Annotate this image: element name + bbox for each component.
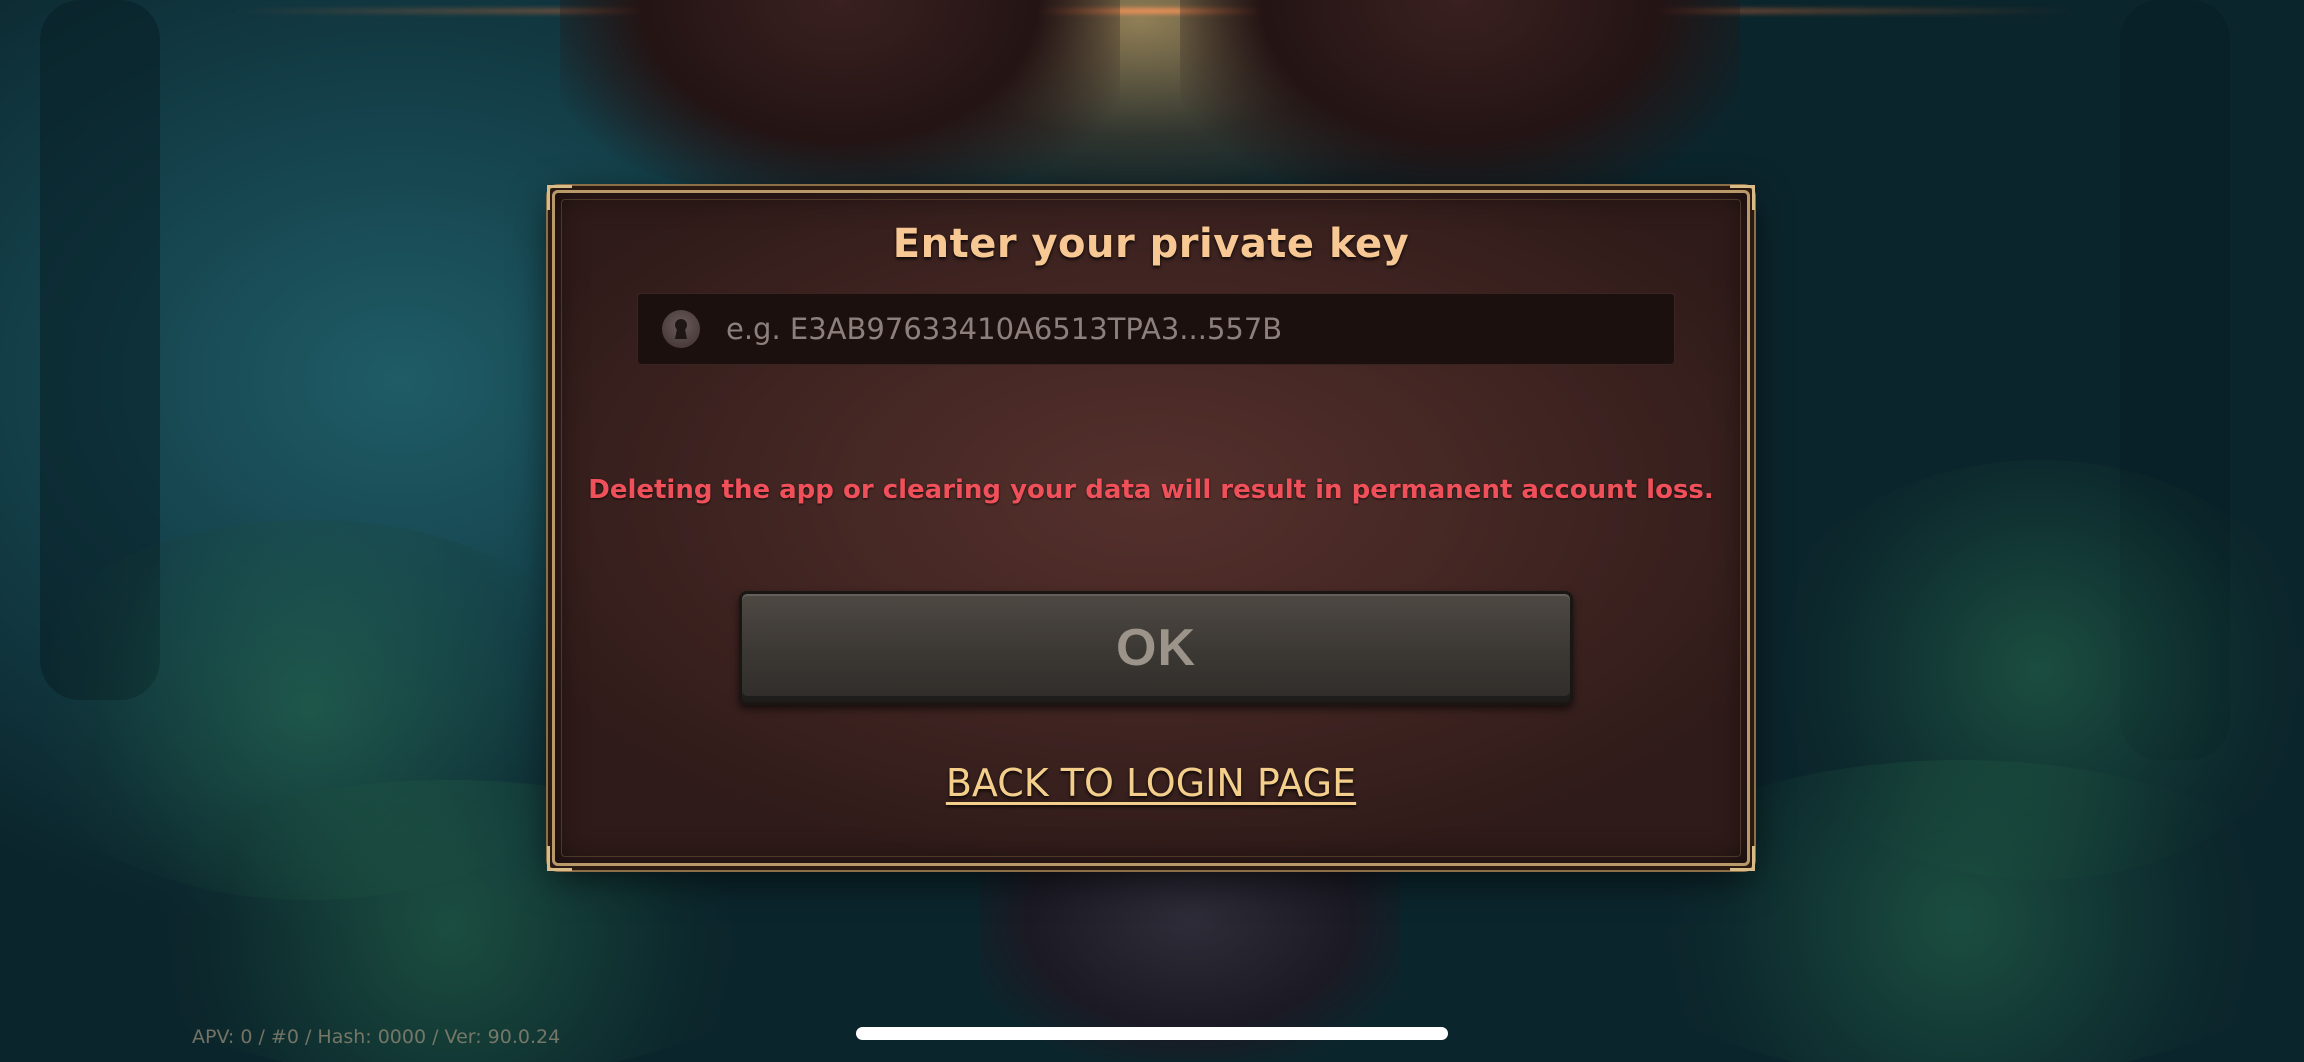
left-wing-art	[560, 0, 1120, 200]
private-key-input[interactable]	[724, 298, 1654, 360]
data-loss-warning: Deleting the app or clearing your data w…	[588, 475, 1714, 505]
private-key-dialog: Enter your private key Deleting the app …	[547, 185, 1755, 871]
ok-button-label: OK	[1116, 619, 1196, 677]
dialog-corner-ornament	[1730, 185, 1755, 210]
version-info: APV: 0 / #0 / Hash: 0000 / Ver: 90.0.24	[192, 1026, 561, 1048]
dialog-corner-ornament	[547, 185, 572, 210]
keyhole-icon	[662, 310, 700, 348]
right-wing-art	[1180, 0, 1740, 200]
ok-button[interactable]: OK	[739, 591, 1573, 705]
top-light-glow	[0, 8, 2304, 14]
dialog-corner-ornament	[547, 846, 572, 871]
dialog-title: Enter your private key	[892, 221, 1410, 267]
private-key-field[interactable]	[637, 293, 1675, 365]
home-indicator[interactable]	[856, 1027, 1448, 1040]
back-to-login-link[interactable]: BACK TO LOGIN PAGE	[555, 761, 1747, 805]
dialog-corner-ornament	[1730, 846, 1755, 871]
